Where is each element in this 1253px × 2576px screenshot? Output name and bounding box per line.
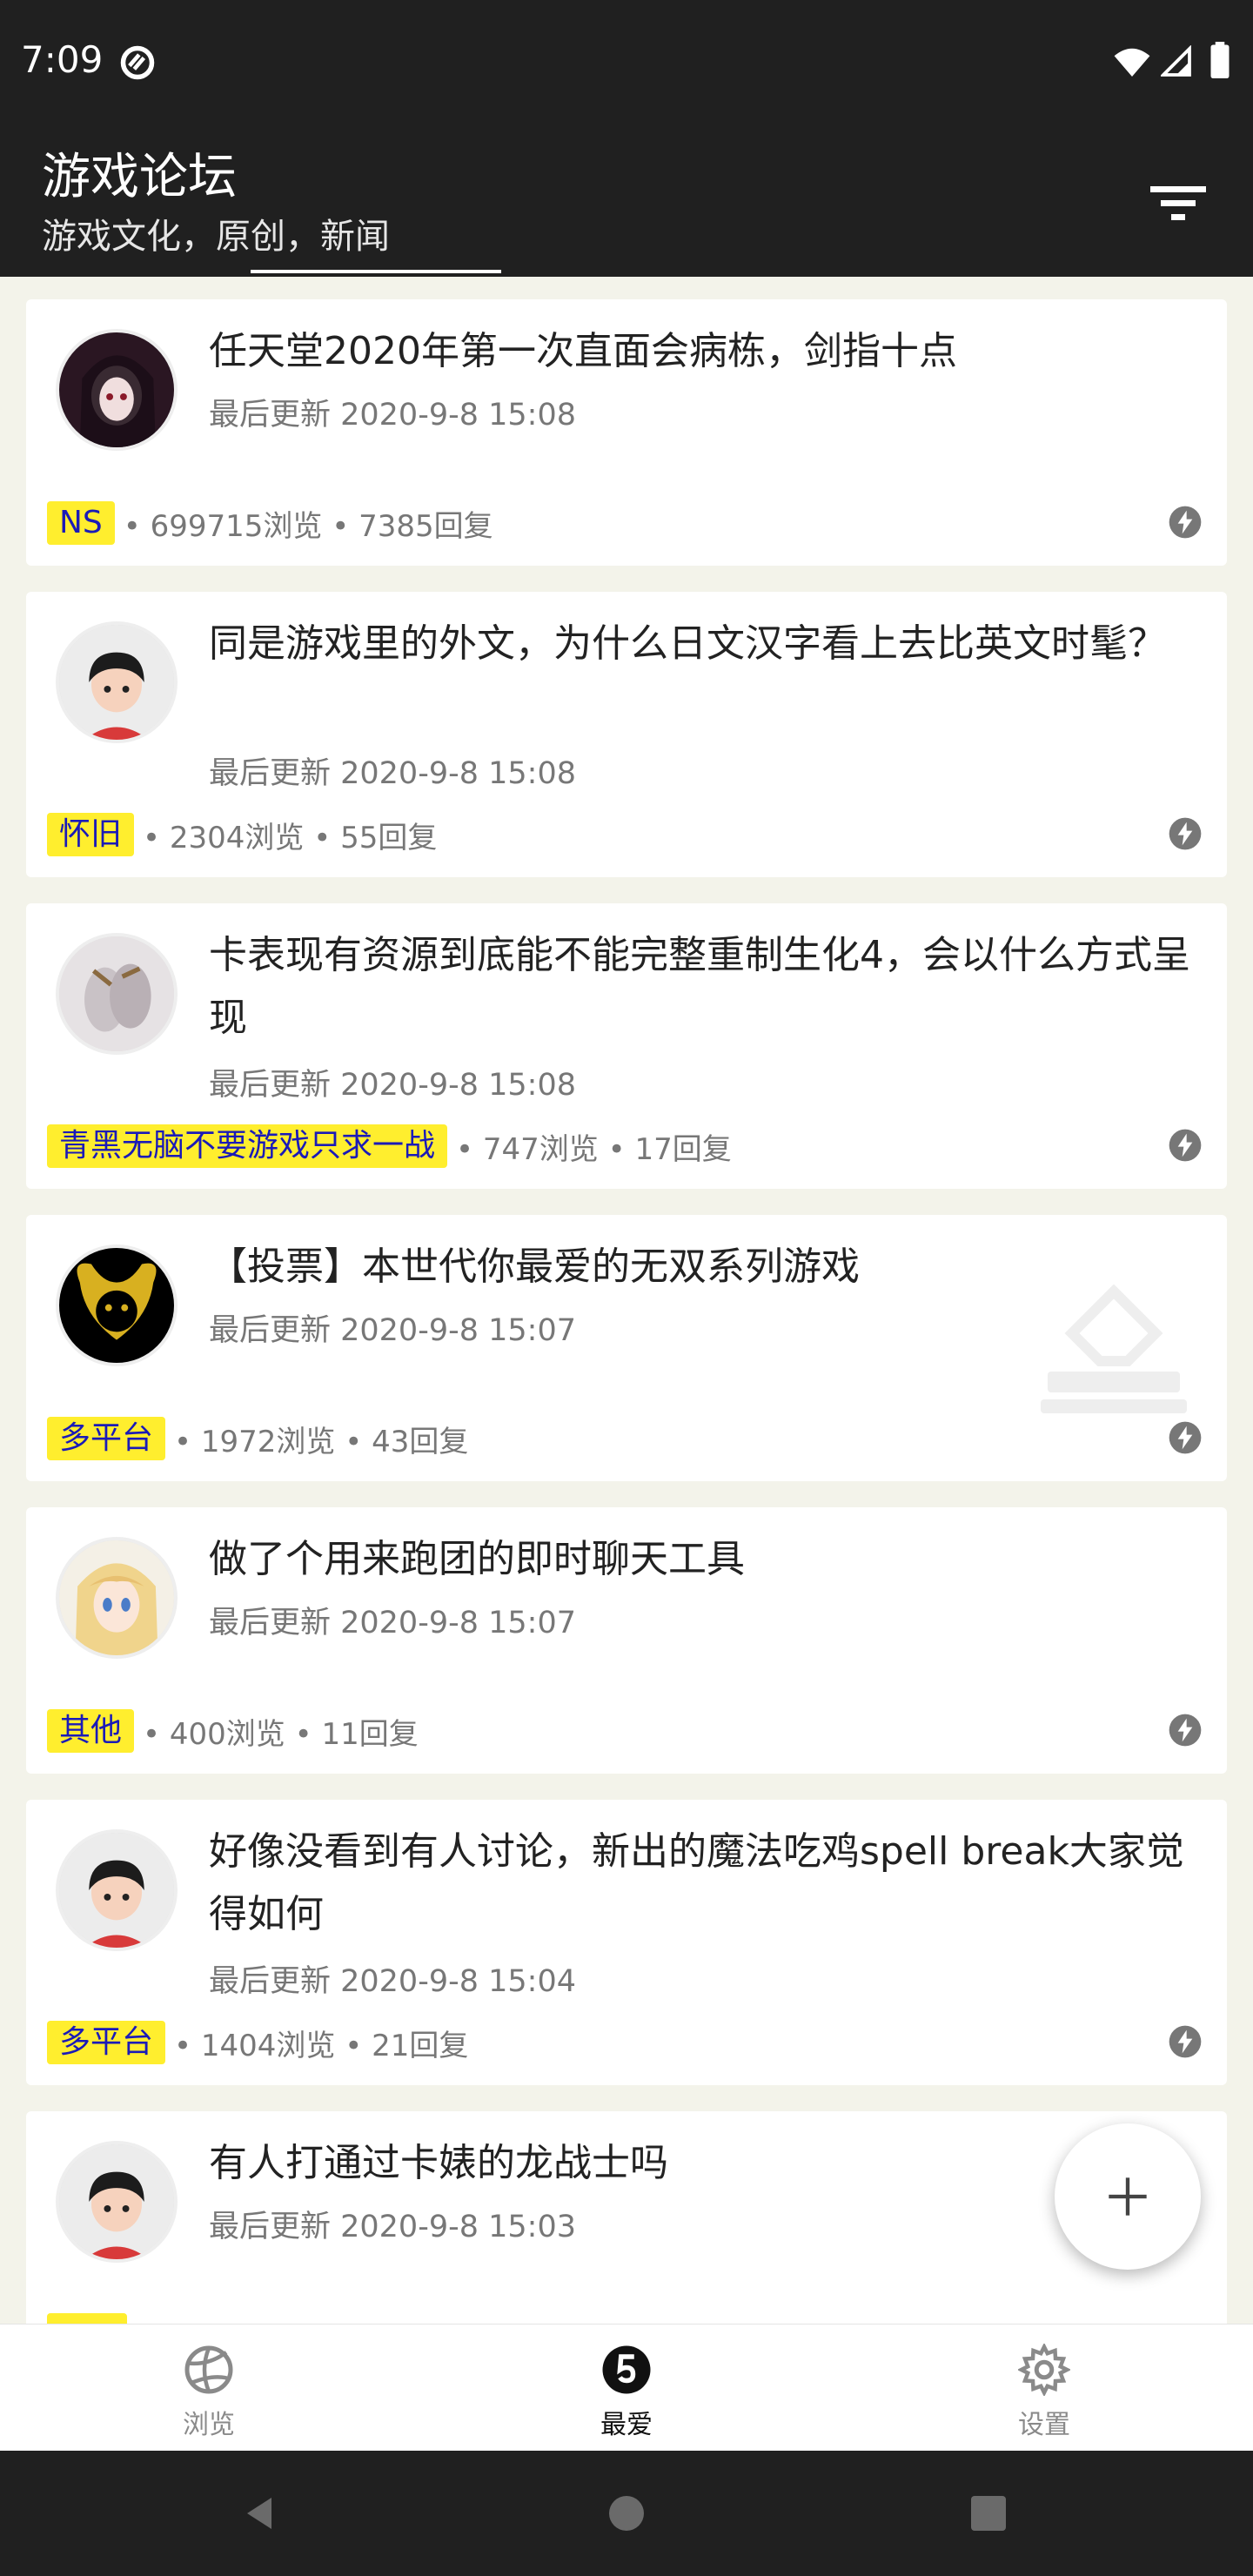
volleyball-icon: [184, 2345, 233, 2394]
post-title[interactable]: 好像没看到有人讨论，新出的魔法吃鸡spell break大家觉得如何: [209, 1821, 1201, 1946]
post-meta: 怀旧 • 2304浏览 • 55回复: [47, 813, 437, 856]
post-card[interactable]: 卡表现有资源到底能不能完整重制生化4，会以什么方式呈现 最后更新 2020-9-…: [26, 903, 1227, 1189]
system-nav-bar: [0, 2451, 1253, 2576]
add-icon: [1109, 2177, 1147, 2216]
nav-settings-label: 设置: [1018, 2410, 1070, 2440]
nav-browse-label: 浏览: [183, 2410, 235, 2440]
favorite-badge-icon: [602, 2345, 651, 2394]
filter-icon[interactable]: [1150, 183, 1206, 225]
app-bar: 游戏论坛 游戏文化，原创，新闻: [0, 127, 1253, 277]
post-updated: 最后更新 2020-9-8 15:07: [209, 1313, 576, 1348]
post-updated: 最后更新 2020-9-8 15:08: [209, 398, 576, 433]
post-card[interactable]: 同是游戏里的外文，为什么日文汉字看上去比英文时髦？ 最后更新 2020-9-8 …: [26, 592, 1227, 877]
post-tag: [47, 2313, 127, 2324]
post-card[interactable]: 好像没看到有人讨论，新出的魔法吃鸡spell break大家觉得如何 最后更新 …: [26, 1800, 1227, 2085]
gear-icon: [1018, 2344, 1070, 2396]
post-stats: • 699715浏览 • 7385回复: [123, 508, 493, 544]
post-updated: 最后更新 2020-9-8 15:07: [209, 1606, 576, 1640]
post-stats: • 747浏览 • 17回复: [456, 1131, 732, 1167]
post-stats: • 2304浏览 • 55回复: [143, 820, 438, 855]
recents-icon[interactable]: [968, 2492, 1009, 2534]
nav-settings[interactable]: 设置: [957, 2324, 1131, 2452]
back-icon[interactable]: [240, 2492, 282, 2534]
post-title[interactable]: 有人打通过卡婊的龙战士吗: [209, 2132, 1201, 2195]
status-bar: 7:09: [0, 0, 1253, 127]
page-subtitle: 游戏文化，原创，新闻: [42, 217, 390, 257]
post-title[interactable]: 卡表现有资源到底能不能完整重制生化4，会以什么方式呈现: [209, 924, 1201, 1050]
post-tag[interactable]: 青黑无脑不要游戏只求一战: [47, 1124, 448, 1168]
post-title[interactable]: 做了个用来跑团的即时聊天工具: [209, 1528, 1201, 1591]
home-icon[interactable]: [606, 2492, 647, 2534]
post-stats: • 1404浏览 • 21回复: [174, 2028, 469, 2063]
post-meta: 青黑无脑不要游戏只求一战 • 747浏览 • 17回复: [47, 1124, 732, 1168]
bolt-icon[interactable]: [1168, 1128, 1203, 1163]
avatar[interactable]: [56, 2141, 178, 2263]
post-updated: 最后更新 2020-9-8 15:08: [209, 756, 576, 791]
vote-stamp-icon: [1041, 1285, 1187, 1413]
post-stats: • 1972浏览 • 43回复: [174, 1424, 469, 1459]
wifi-icon: [1114, 48, 1150, 77]
bolt-icon[interactable]: [1168, 2024, 1203, 2059]
post-tag[interactable]: 多平台: [47, 2021, 166, 2064]
nav-favorites-label: 最爱: [600, 2410, 653, 2440]
post-title[interactable]: 同是游戏里的外文，为什么日文汉字看上去比英文时髦？: [209, 613, 1201, 675]
add-post-button[interactable]: [1055, 2123, 1201, 2270]
avatar[interactable]: [56, 621, 178, 743]
sync-icon: [120, 45, 155, 80]
subtitle-underline: [251, 270, 501, 273]
post-updated: 最后更新 2020-9-8 15:04: [209, 1964, 576, 1999]
post-card[interactable]: 做了个用来跑团的即时聊天工具 最后更新 2020-9-8 15:07 其他 • …: [26, 1507, 1227, 1774]
post-meta: 多平台 • 1972浏览 • 43回复: [47, 1417, 468, 1460]
post-tag[interactable]: 怀旧: [47, 813, 135, 856]
signal-icon: [1161, 45, 1191, 77]
nav-favorites[interactable]: 最爱: [539, 2324, 714, 2452]
post-card[interactable]: 有人打通过卡婊的龙战士吗 最后更新 2020-9-8 15:03: [26, 2111, 1227, 2324]
bolt-icon[interactable]: [1168, 816, 1203, 851]
post-title[interactable]: 任天堂2020年第一次直面会病栋，剑指十点: [209, 320, 1201, 383]
post-meta: 多平台 • 1404浏览 • 21回复: [47, 2021, 468, 2064]
status-time: 7:09: [21, 38, 104, 81]
post-meta: 其他 • 400浏览 • 11回复: [47, 1709, 419, 1753]
post-updated: 最后更新 2020-9-8 15:03: [209, 2210, 576, 2244]
post-tag[interactable]: 其他: [47, 1709, 135, 1753]
battery-icon: [1210, 42, 1230, 78]
post-meta: NS • 699715浏览 • 7385回复: [47, 501, 493, 545]
post-tag[interactable]: 多平台: [47, 1417, 166, 1460]
nav-browse[interactable]: 浏览: [122, 2324, 296, 2452]
page-title: 游戏论坛: [42, 149, 237, 205]
post-list[interactable]: 任天堂2020年第一次直面会病栋，剑指十点 最后更新 2020-9-8 15:0…: [0, 277, 1253, 2324]
post-tag[interactable]: NS: [47, 501, 115, 545]
avatar[interactable]: [56, 1537, 178, 1659]
avatar[interactable]: [56, 933, 178, 1055]
avatar[interactable]: [56, 1244, 178, 1366]
post-stats: • 400浏览 • 11回复: [143, 1716, 419, 1752]
post-updated: 最后更新 2020-9-8 15:08: [209, 1068, 576, 1103]
bolt-icon[interactable]: [1168, 505, 1203, 540]
bottom-nav: 浏览 最爱 设置: [0, 2324, 1253, 2451]
bolt-icon[interactable]: [1168, 1420, 1203, 1455]
avatar[interactable]: [56, 329, 178, 451]
bolt-icon[interactable]: [1168, 1713, 1203, 1748]
post-card[interactable]: 【投票】本世代你最爱的无双系列游戏 最后更新 2020-9-8 15:07 多平…: [26, 1215, 1227, 1481]
avatar[interactable]: [56, 1829, 178, 1951]
post-card[interactable]: 任天堂2020年第一次直面会病栋，剑指十点 最后更新 2020-9-8 15:0…: [26, 299, 1227, 566]
